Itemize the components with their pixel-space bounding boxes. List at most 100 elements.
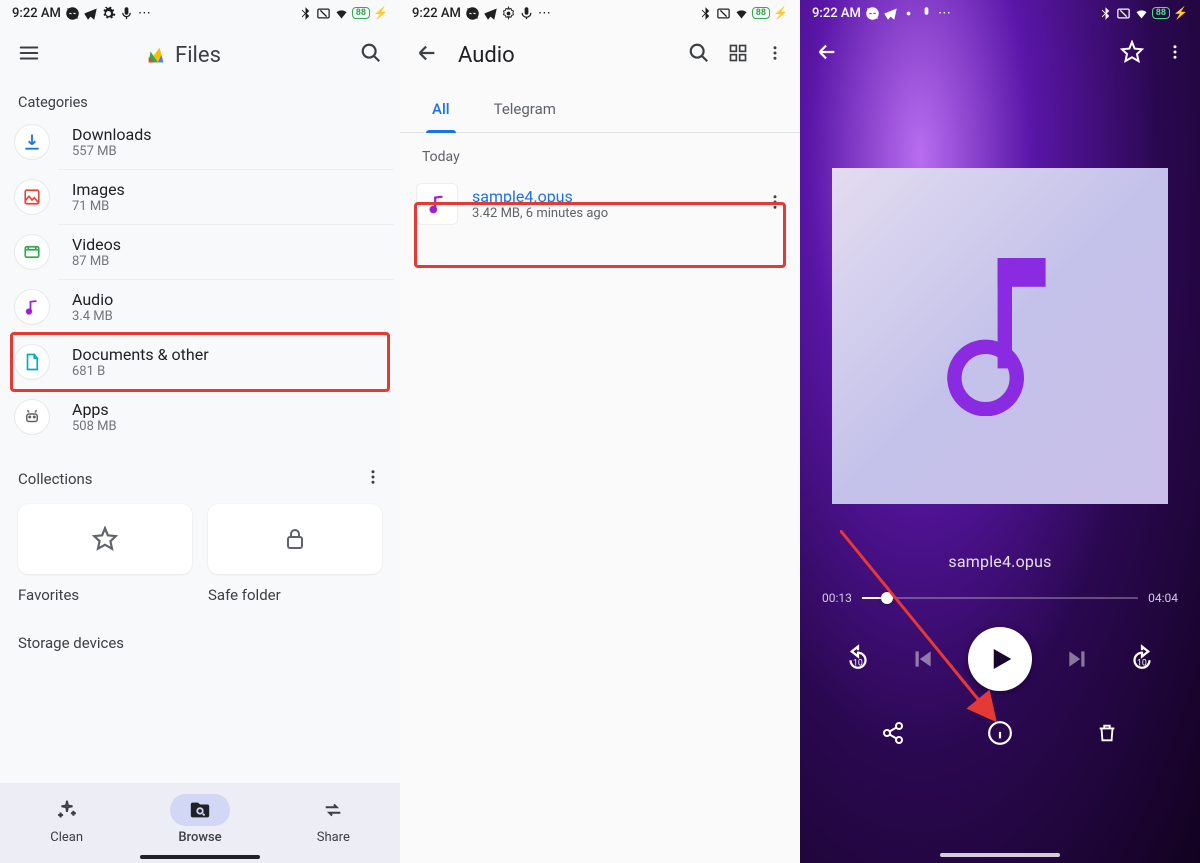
player-appbar bbox=[800, 26, 1200, 82]
safefolder-label: Safe folder bbox=[208, 586, 382, 604]
wifi-icon bbox=[334, 6, 349, 21]
category-apps[interactable]: Apps508 MB bbox=[58, 390, 394, 444]
lock-icon bbox=[283, 527, 307, 551]
no-sim-icon bbox=[1116, 6, 1131, 21]
playback-controls: 10 10 bbox=[800, 627, 1200, 691]
favorites-card[interactable] bbox=[18, 504, 192, 574]
page-title: Audio bbox=[458, 43, 676, 68]
file-item-sample4[interactable]: sample4.opus 3.42 MB, 6 minutes ago bbox=[400, 171, 800, 237]
file-more-button[interactable] bbox=[766, 193, 784, 215]
charging-icon: ⚡ bbox=[1173, 6, 1188, 20]
favorite-button[interactable] bbox=[1120, 40, 1144, 68]
grid-icon bbox=[728, 43, 748, 63]
search-icon bbox=[688, 42, 710, 64]
charging-icon: ⚡ bbox=[773, 6, 788, 20]
do-not-disturb-icon bbox=[465, 6, 480, 21]
screen-audio-list: 9:22 AM ⋯ 88 ⚡ Audio All bbox=[400, 0, 800, 863]
status-left-icons bbox=[465, 6, 534, 21]
date-header: Today bbox=[400, 133, 800, 171]
progress-row: 00:13 04:04 bbox=[800, 571, 1200, 605]
view-grid-button[interactable] bbox=[728, 43, 748, 67]
bluetooth-icon bbox=[1098, 6, 1113, 21]
status-time: 9:22 AM bbox=[412, 6, 461, 21]
mic-icon bbox=[119, 6, 134, 21]
do-not-disturb-icon bbox=[65, 6, 80, 21]
progress-bar[interactable] bbox=[862, 597, 1138, 599]
image-icon bbox=[14, 179, 50, 215]
svg-text:10: 10 bbox=[853, 658, 863, 668]
delete-button[interactable] bbox=[1087, 713, 1127, 753]
safefolder-card[interactable] bbox=[208, 504, 382, 574]
storage-header: Storage devices bbox=[0, 606, 400, 658]
screen-player: 9:22 AM ⋯ 88 ⚡ s bbox=[800, 0, 1200, 863]
battery-indicator: 88 bbox=[352, 7, 370, 19]
share-button[interactable] bbox=[873, 713, 913, 753]
arrow-left-icon bbox=[416, 42, 438, 64]
more-vert-icon bbox=[364, 468, 382, 486]
gesture-bar bbox=[940, 853, 1060, 857]
previous-button[interactable] bbox=[904, 641, 940, 677]
time-elapsed: 00:13 bbox=[822, 591, 852, 605]
telegram-icon bbox=[83, 6, 98, 21]
forward-10-button[interactable]: 10 bbox=[1124, 641, 1160, 677]
screen-files-home: 9:22 AM ⋯ 88 ⚡ bbox=[0, 0, 400, 863]
wifi-icon bbox=[1134, 6, 1149, 21]
track-title: sample4.opus bbox=[800, 552, 1200, 571]
status-bar: 9:22 AM ⋯ 88 ⚡ bbox=[800, 0, 1200, 26]
category-downloads[interactable]: Downloads557 MB bbox=[58, 115, 394, 170]
categories-header: Categories bbox=[0, 84, 400, 115]
more-button[interactable] bbox=[766, 44, 784, 66]
nav-share[interactable]: Share bbox=[303, 794, 363, 845]
tab-telegram[interactable]: Telegram bbox=[490, 88, 560, 132]
next-button[interactable] bbox=[1060, 641, 1096, 677]
status-left-icons bbox=[865, 6, 934, 21]
progress-thumb[interactable] bbox=[881, 592, 893, 604]
sparkle-icon bbox=[56, 799, 78, 821]
overflow-dots-icon: ⋯ bbox=[138, 6, 153, 21]
bluetooth-icon bbox=[698, 6, 713, 21]
battery-indicator: 88 bbox=[752, 7, 770, 19]
collections-header: Collections bbox=[18, 470, 93, 488]
no-sim-icon bbox=[316, 6, 331, 21]
telegram-icon bbox=[483, 6, 498, 21]
search-button[interactable] bbox=[352, 34, 390, 76]
bottom-nav: Clean Browse Share bbox=[0, 783, 400, 863]
more-vert-icon bbox=[766, 44, 784, 62]
mic-icon bbox=[919, 6, 934, 21]
video-icon bbox=[14, 234, 50, 270]
mic-icon bbox=[519, 6, 534, 21]
more-vert-icon bbox=[766, 193, 784, 211]
tab-all[interactable]: All bbox=[428, 88, 454, 132]
gear-icon bbox=[501, 6, 516, 21]
category-videos[interactable]: Videos87 MB bbox=[58, 225, 394, 280]
search-button[interactable] bbox=[688, 42, 710, 68]
collections-menu-button[interactable] bbox=[364, 468, 382, 490]
bottom-actions bbox=[800, 713, 1200, 753]
arrow-left-icon bbox=[816, 41, 838, 63]
status-time: 9:22 AM bbox=[812, 6, 861, 21]
info-button[interactable] bbox=[980, 713, 1020, 753]
bluetooth-icon bbox=[298, 6, 313, 21]
category-documents[interactable]: Documents & other681 B bbox=[58, 335, 394, 390]
nav-browse[interactable]: Browse bbox=[170, 794, 230, 845]
folder-search-icon bbox=[189, 799, 211, 821]
rewind-10-button[interactable]: 10 bbox=[840, 641, 876, 677]
file-meta: 3.42 MB, 6 minutes ago bbox=[472, 206, 752, 221]
more-button[interactable] bbox=[1166, 43, 1184, 65]
category-images[interactable]: Images71 MB bbox=[58, 170, 394, 225]
nav-clean[interactable]: Clean bbox=[37, 794, 97, 845]
telegram-icon bbox=[883, 6, 898, 21]
appbar: Files bbox=[0, 26, 400, 84]
time-total: 04:04 bbox=[1148, 591, 1178, 605]
download-icon bbox=[14, 124, 50, 160]
category-audio[interactable]: Audio3.4 MB bbox=[58, 280, 394, 335]
share-icon bbox=[881, 721, 905, 745]
overflow-dots-icon: ⋯ bbox=[538, 6, 553, 21]
search-icon bbox=[360, 42, 382, 64]
gesture-bar bbox=[140, 855, 260, 859]
back-button[interactable] bbox=[816, 41, 838, 67]
back-button[interactable] bbox=[408, 34, 446, 76]
wifi-icon bbox=[734, 6, 749, 21]
android-icon bbox=[14, 399, 50, 435]
play-button[interactable] bbox=[968, 627, 1032, 691]
